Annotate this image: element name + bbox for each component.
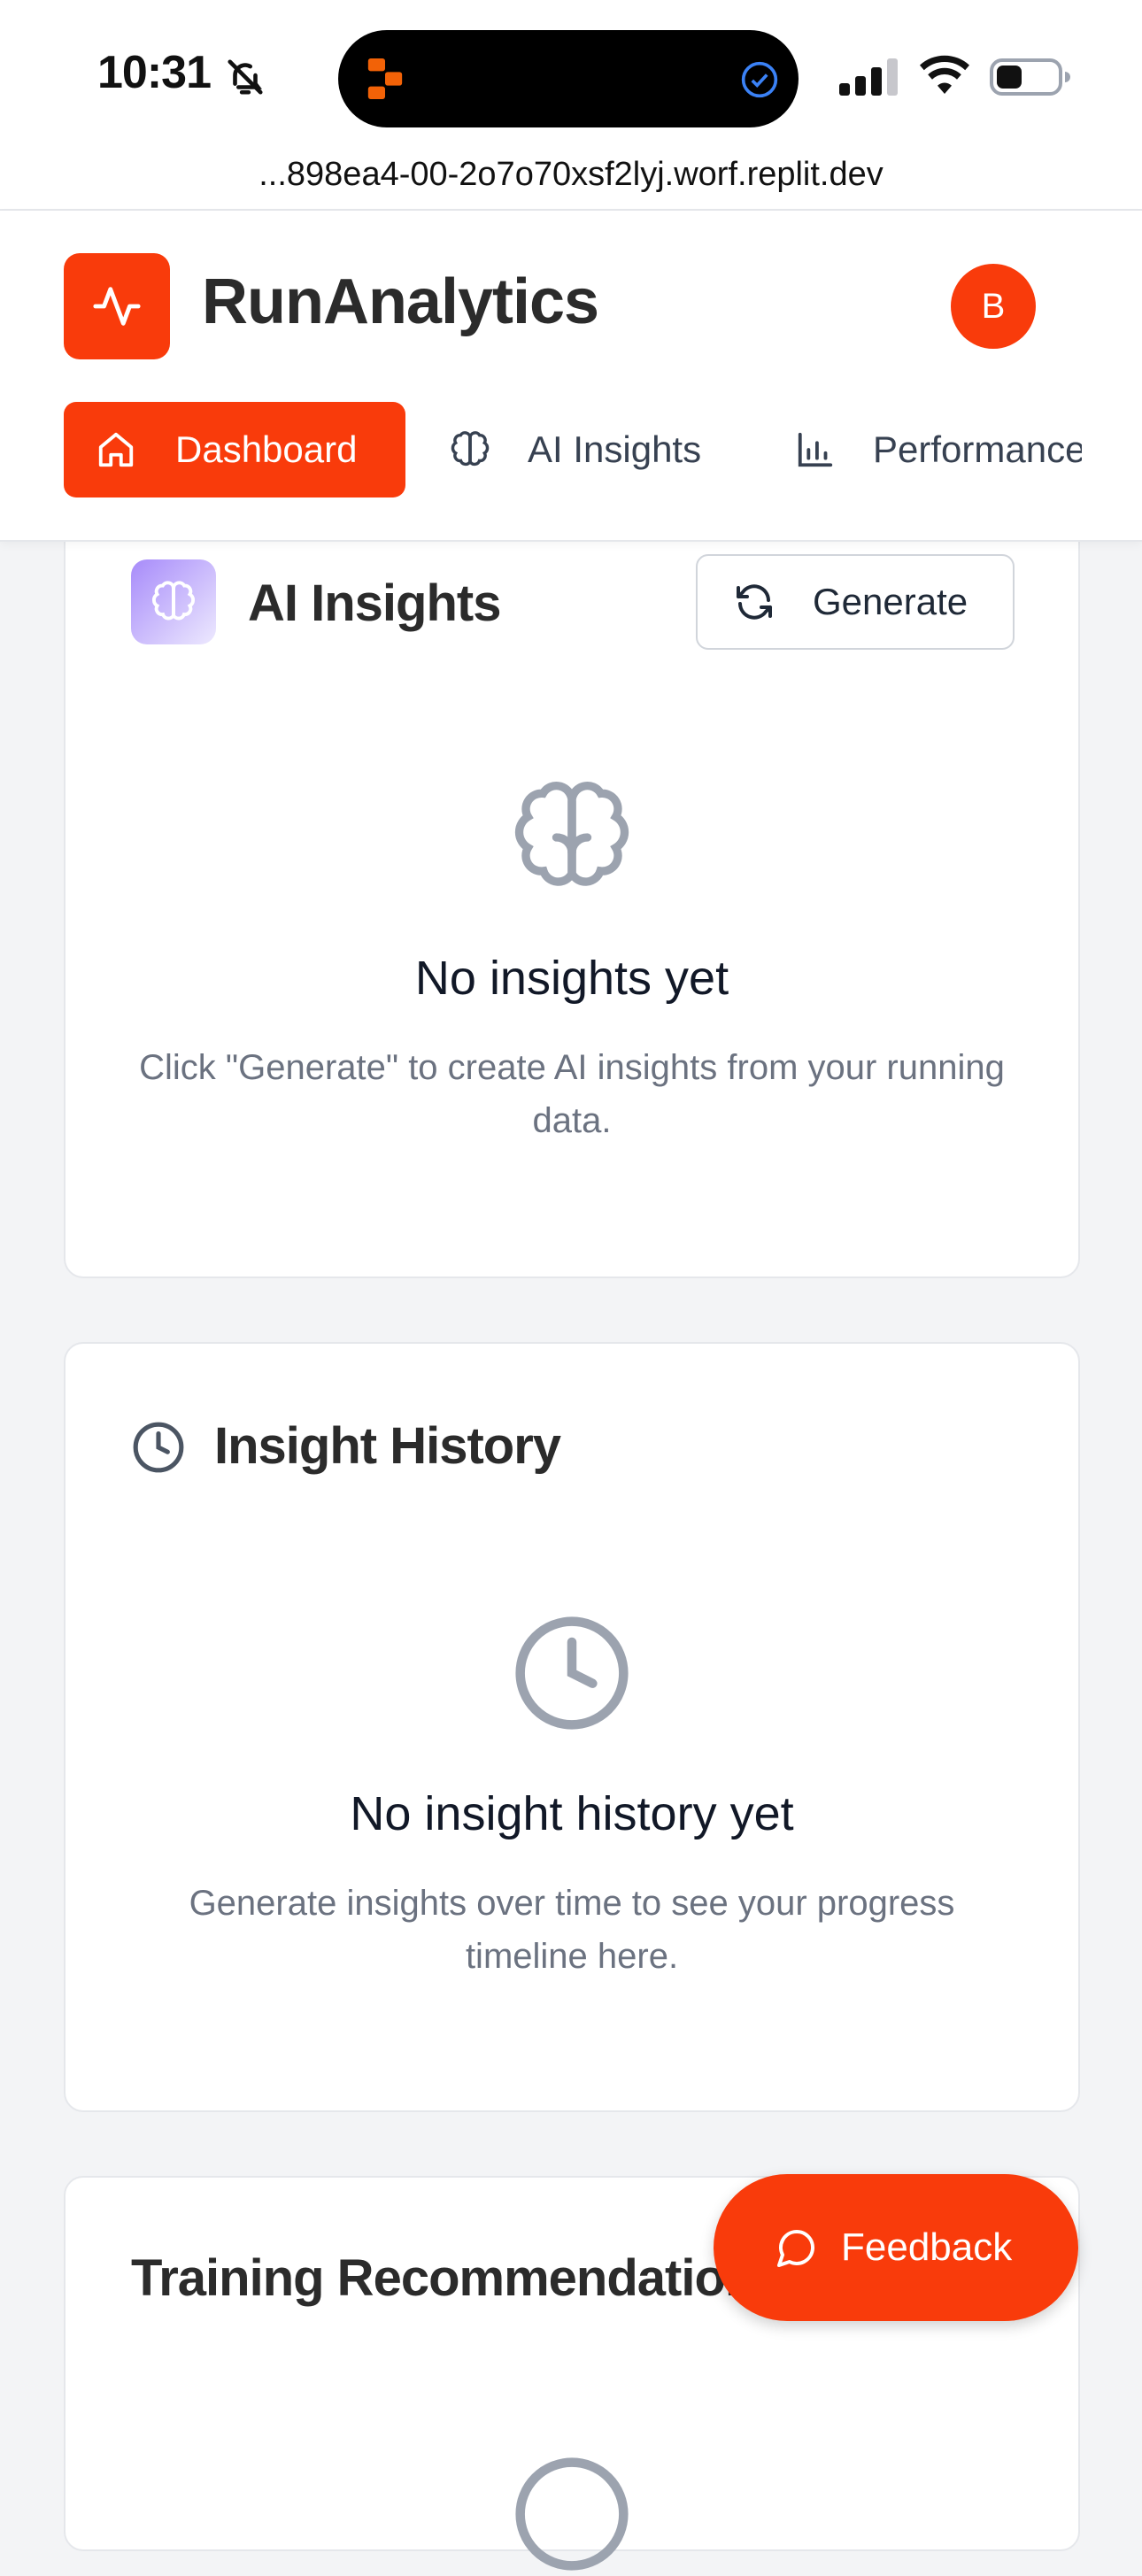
training-recommendations-title: Training Recommendations (131, 2249, 784, 2307)
ai-insights-badge (131, 559, 216, 644)
home-icon (98, 432, 134, 467)
replit-logo-icon (367, 58, 403, 99)
insight-history-title: Insight History (214, 1417, 561, 1475)
app-title: RunAnalytics (202, 266, 599, 337)
clock-icon (515, 2457, 629, 2571)
empty-state-description: Generate insights over time to see your … (189, 1884, 955, 1976)
bell-muted-icon (228, 59, 263, 95)
app-header: RunAnalytics B Dashboard AI Insights Per… (0, 211, 1142, 542)
app-logo (64, 253, 170, 359)
generate-label: Generate (813, 581, 968, 622)
generate-button[interactable]: Generate (696, 554, 1015, 650)
status-bar: 10:31 (0, 0, 1142, 150)
activity-icon (93, 287, 141, 326)
brain-icon (152, 581, 195, 621)
ai-insights-title: AI Insights (248, 575, 501, 632)
tab-ai-insights[interactable]: AI Insights (450, 402, 701, 497)
feedback-label: Feedback (841, 2225, 1013, 2269)
refresh-icon (737, 584, 772, 620)
main-nav: Dashboard AI Insights Performance (64, 402, 1082, 499)
clock-icon (515, 1616, 629, 1730)
empty-state-title: No insight history yet (350, 1787, 794, 1840)
brain-icon (451, 431, 490, 467)
tab-dashboard[interactable]: Dashboard (64, 402, 405, 497)
clock-icon (133, 1422, 184, 1473)
feedback-button[interactable]: Feedback (714, 2174, 1078, 2321)
tab-performance[interactable]: Performance (795, 402, 1082, 497)
insight-history-card: Insight History No insight history yet G… (64, 1342, 1080, 2112)
empty-state-title: No insights yet (414, 952, 729, 1005)
dynamic-island (338, 30, 799, 127)
empty-state-description: Click "Generate" to create AI insights f… (139, 1048, 1005, 1140)
brain-icon (514, 782, 629, 886)
check-circle-icon (741, 61, 778, 98)
battery-icon (990, 58, 1070, 96)
ai-insights-card: AI Insights Generate No insights yet Cli… (64, 496, 1080, 1278)
tab-performance-label: Performance (873, 428, 1082, 470)
wifi-icon (920, 55, 969, 94)
avatar[interactable]: B (951, 264, 1036, 349)
tab-dashboard-label: Dashboard (175, 428, 358, 470)
tab-ai-insights-label: AI Insights (528, 428, 702, 470)
browser-url[interactable]: ...898ea4-00-2o7o70xsf2lyj.worf.replit.d… (0, 150, 1142, 209)
cellular-signal-icon (839, 58, 898, 96)
bar-chart-icon (798, 432, 833, 467)
message-circle-icon (777, 2230, 814, 2267)
status-time: 10:31 (97, 47, 212, 98)
